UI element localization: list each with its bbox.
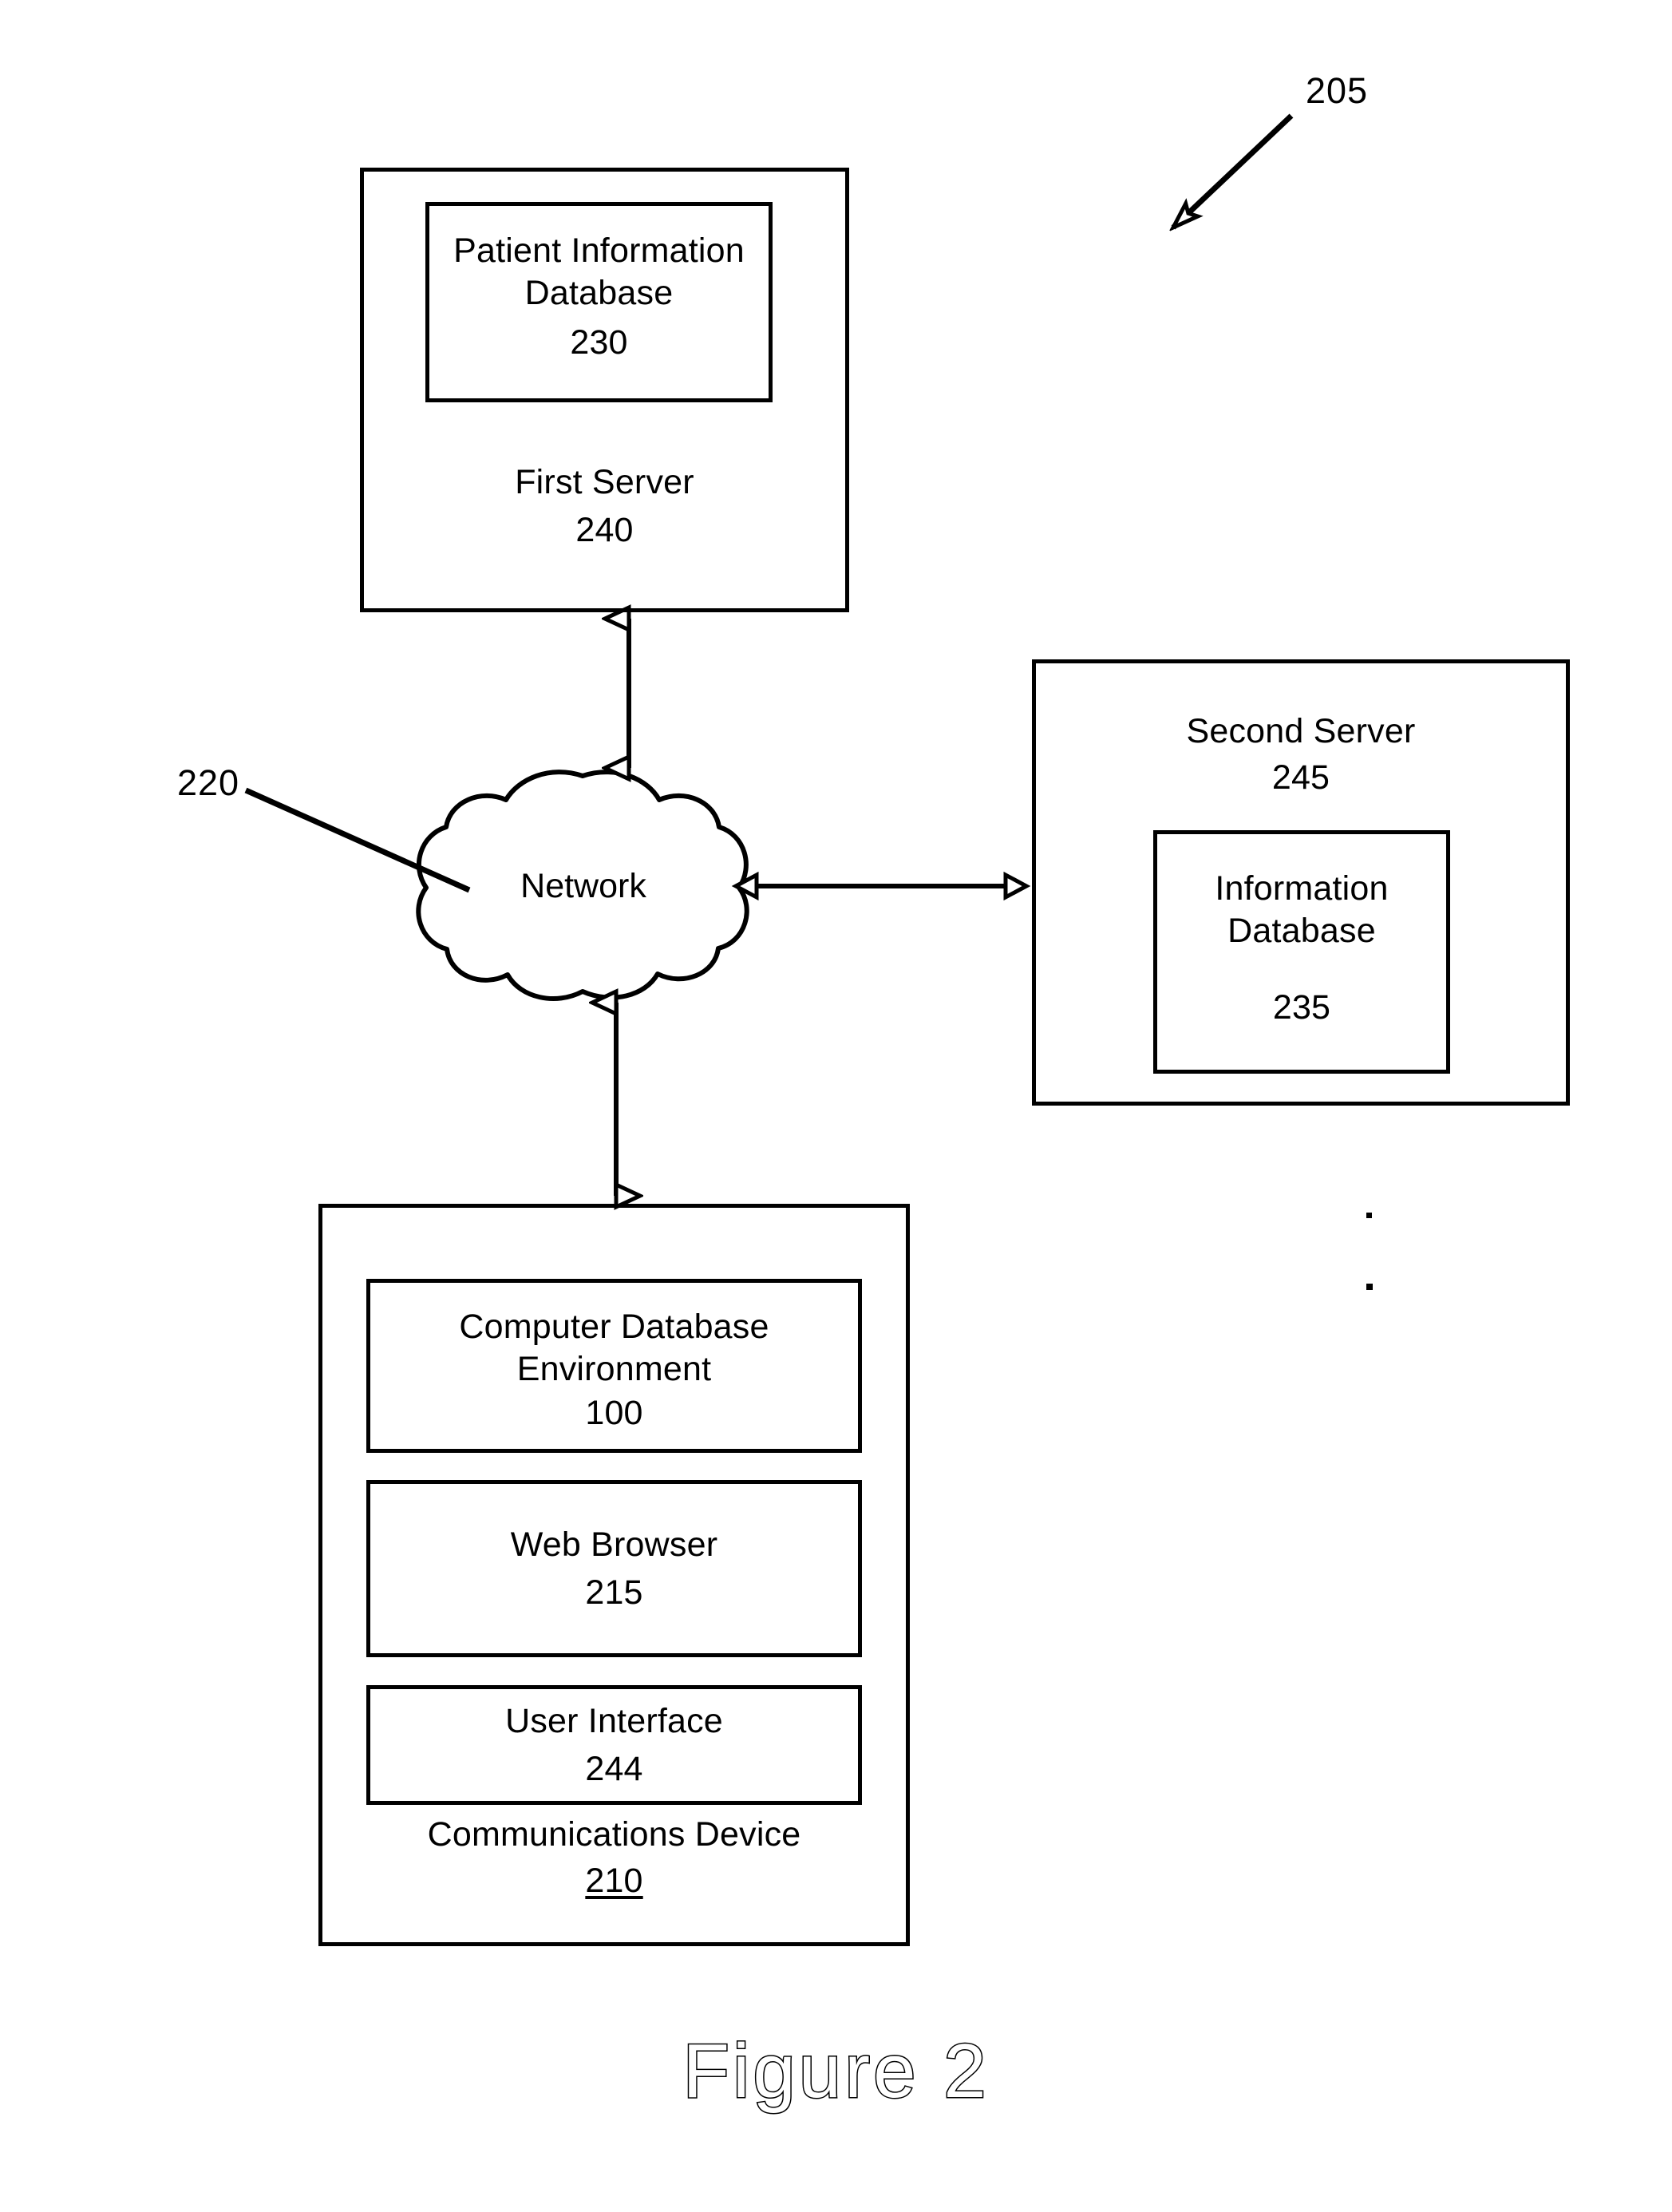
patient-information-database-ref: 230 xyxy=(570,323,628,362)
second-server-ref: 245 xyxy=(1271,758,1330,797)
computer-database-environment-ref: 100 xyxy=(585,1394,643,1432)
leader-line-205 xyxy=(1173,113,1294,228)
communications-device-label: Communications Device xyxy=(427,1815,801,1854)
reference-numeral-205: 205 xyxy=(1306,70,1369,111)
communications-device-ref: 210 xyxy=(585,1862,643,1900)
information-database-ref: 235 xyxy=(1272,988,1331,1027)
information-database-label: Information Database xyxy=(1215,869,1389,951)
web-browser-ref: 215 xyxy=(585,1573,643,1612)
user-interface-ref: 244 xyxy=(585,1750,643,1788)
web-browser-box xyxy=(366,1480,862,1657)
scan-speck xyxy=(1366,1284,1373,1290)
first-server-ref: 240 xyxy=(575,511,634,549)
figure-caption: Figure 2 xyxy=(682,2028,990,2115)
user-interface-label: User Interface xyxy=(505,1702,723,1740)
reference-numeral-220: 220 xyxy=(177,762,240,803)
network-label: Network xyxy=(520,867,646,905)
first-server-label: First Server xyxy=(515,463,694,501)
patient-information-database-label: Patient Information Database xyxy=(453,231,745,313)
web-browser-label: Web Browser xyxy=(510,1525,718,1564)
scan-speck xyxy=(1366,1213,1372,1218)
figure-page: 205 220 Patient Information Database 230… xyxy=(0,0,1672,2212)
second-server-label: Second Server xyxy=(1186,712,1416,750)
computer-database-environment-label: Computer Database Environment xyxy=(459,1308,769,1389)
